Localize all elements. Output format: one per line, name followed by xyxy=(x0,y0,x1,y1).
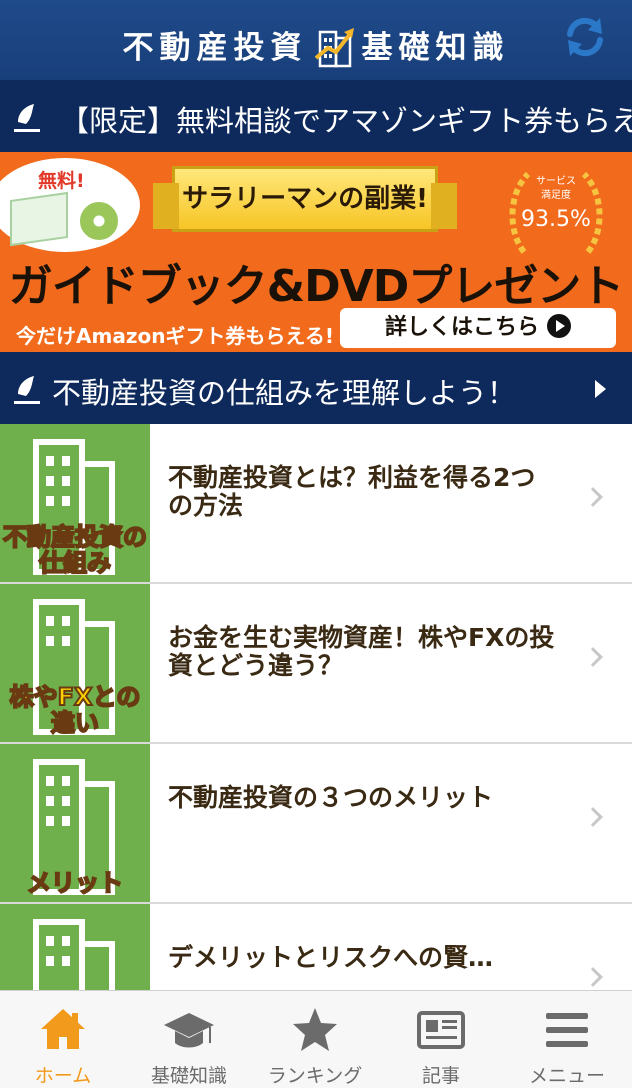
promo-ticker[interactable]: 【限定】無料相談でアマゾンギフト券もらえる xyxy=(0,80,632,152)
section-title: 不動産投資の仕組みを理解しよう！ xyxy=(52,376,517,410)
play-icon xyxy=(547,314,571,338)
app-header: 不動産投資 基礎知識 xyxy=(0,0,632,80)
app-title: 不動産投資 基礎知識 xyxy=(0,22,632,72)
chevron-right-icon xyxy=(583,487,603,507)
promo-ticker-text: 【限定】無料相談でアマゾンギフト券もらえる xyxy=(60,104,632,138)
guidebook-image xyxy=(10,191,68,247)
tab-label: メニュー xyxy=(528,1065,605,1087)
section-arrow-icon xyxy=(595,380,606,398)
article-row[interactable]: メリット 不動産投資の３つのメリット xyxy=(0,744,632,904)
tab-home[interactable]: ホーム xyxy=(0,991,126,1088)
banner-subtext: 今だけAmazonギフト券もらえる! xyxy=(16,324,334,348)
dvd-image xyxy=(78,200,120,242)
tab-articles[interactable]: 記事 xyxy=(378,991,504,1088)
banner-details-label: 詳しくはこちら xyxy=(384,315,539,340)
tab-label: 記事 xyxy=(421,1065,460,1087)
chevron-right-icon xyxy=(583,647,603,667)
article-title: デメリットとリスクへの賢… xyxy=(168,943,494,972)
pen-icon xyxy=(14,104,40,132)
thumbnail-label: 株やFXとの違い xyxy=(9,683,142,737)
tab-ranking[interactable]: ランキング xyxy=(252,991,378,1088)
app-title-left: 不動産投資 xyxy=(122,30,308,66)
tab-menu[interactable]: メニュー xyxy=(504,991,630,1088)
refresh-icon[interactable] xyxy=(564,16,606,58)
graduation-cap-icon xyxy=(164,1013,214,1048)
article-title: 不動産投資の３つのメリット xyxy=(168,783,494,812)
section-header[interactable]: 不動産投資の仕組みを理解しよう！ xyxy=(0,352,632,424)
banner-details-button[interactable]: 詳しくはこちら xyxy=(340,308,616,348)
chevron-right-icon xyxy=(583,807,603,827)
menu-icon xyxy=(546,1013,588,1047)
satisfaction-laurel-badge: サービス 満足度 93.5% xyxy=(509,171,603,254)
newspaper-icon xyxy=(417,1011,465,1049)
article-title: 不動産投資とは？利益を得る2つの方法 xyxy=(168,463,536,520)
article-title: お金を生む実物資産！株やFXの投資とどう違う？ xyxy=(168,623,555,680)
banner-ribbon: サラリーマンの副業! xyxy=(153,166,457,232)
promo-banner[interactable]: 無料! サラリーマンの副業! サービス 満足度 93.5% ガイドブック&DVD… xyxy=(0,152,632,352)
thumbnail-label: メリット xyxy=(26,869,124,897)
badge-line2: 満足度 xyxy=(541,188,571,201)
pen-icon xyxy=(14,376,40,404)
thumbnail-label: 不動産投資の仕組み xyxy=(2,523,148,577)
app-title-right: 基礎知識 xyxy=(361,30,510,66)
article-row[interactable]: 株やFXとの違い お金を生む実物資産！株やFXの投資とどう違う？ xyxy=(0,584,632,744)
badge-line1: サービス xyxy=(536,175,576,187)
article-list: 不動産投資の仕組み 不動産投資とは？利益を得る2つの方法 株やFXとの違い お金… xyxy=(0,424,632,1064)
tab-basics[interactable]: 基礎知識 xyxy=(126,991,252,1088)
article-row[interactable]: 不動産投資の仕組み 不動産投資とは？利益を得る2つの方法 xyxy=(0,424,632,584)
tab-label: 基礎知識 xyxy=(150,1065,227,1087)
article-thumbnail: 株やFXとの違い xyxy=(0,584,150,742)
building-chart-logo-icon xyxy=(314,27,354,67)
tab-label: ホーム xyxy=(34,1065,92,1087)
article-thumbnail: メリット xyxy=(0,744,150,902)
bottom-tab-bar: ホーム 基礎知識 ランキング 記事 メニュー xyxy=(0,990,632,1088)
home-icon xyxy=(41,1009,85,1049)
free-label: 無料! xyxy=(38,170,85,192)
chevron-right-icon xyxy=(583,967,603,987)
badge-value: 93.5% xyxy=(521,207,591,232)
star-icon xyxy=(293,1008,337,1051)
tab-label: ランキング xyxy=(267,1065,363,1087)
banner-headline: ガイドブック&DVDプレゼント xyxy=(8,261,624,312)
article-thumbnail: 不動産投資の仕組み xyxy=(0,424,150,582)
